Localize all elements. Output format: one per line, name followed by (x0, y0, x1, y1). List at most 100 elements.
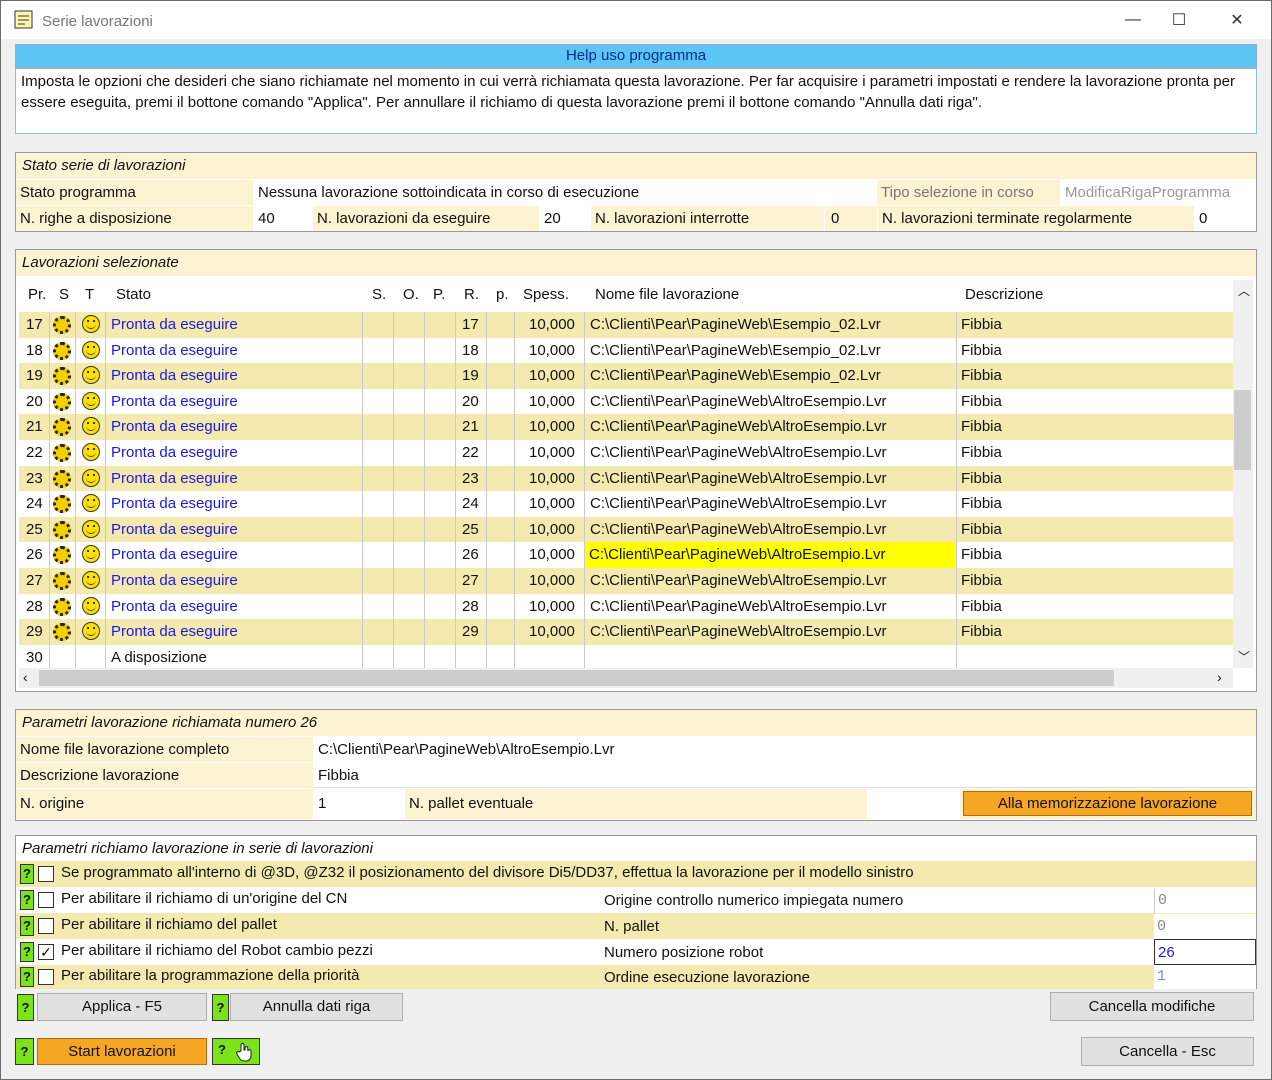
scroll-down-icon[interactable]: ﹀ (1238, 648, 1250, 665)
table-row[interactable]: 30 A disposizione (19, 644, 1233, 668)
cell-file: C:\Clienti\Pear\PagineWeb\AltroEsempio.L… (590, 418, 887, 436)
table-row[interactable]: 25 Pronta da eseguire 25 10,000 C:\Clienti\P… (19, 516, 1233, 543)
gear-icon (53, 363, 71, 389)
annulla-dati-riga-button[interactable]: Annulla dati riga (230, 993, 403, 1021)
hscroll-thumb[interactable] (39, 670, 1114, 686)
col-s2[interactable]: S. (372, 286, 386, 303)
opt5-field-label: Ordine esecuzione lavorazione (604, 969, 810, 986)
lavorazioni-title: Lavorazioni selezionate (16, 250, 1256, 276)
cancella-modifiche-button[interactable]: Cancella modifiche (1050, 992, 1254, 1021)
cell-spess: 10,000 (529, 572, 575, 589)
table-row[interactable]: 18 Pronta da eseguire 18 10,000 C:\Clienti\P… (19, 337, 1233, 364)
pointer-help-button[interactable]: ? (212, 1038, 260, 1065)
opt2-field-label: Origine controllo numerico impiegata num… (604, 892, 904, 909)
scroll-right-icon[interactable]: › (1217, 669, 1222, 685)
help-icon[interactable]: ? (20, 916, 34, 936)
table-row[interactable]: 23 Pronta da eseguire 23 10,000 C:\Clienti\P… (19, 465, 1233, 492)
grid-hscrollbar[interactable]: ‹ › (19, 668, 1233, 688)
table-row[interactable]: 17 Pronta da eseguire 17 10,000 C:\Clienti\P… (19, 312, 1233, 338)
opt1-label: Se programmato all'interno di @3D, @Z32 … (61, 864, 914, 881)
scroll-up-icon[interactable]: ︿ (1238, 282, 1250, 299)
gear-icon (53, 542, 71, 568)
minimize-button[interactable]: — (1110, 4, 1156, 36)
table-row[interactable]: 27 Pronta da eseguire 27 10,000 C:\Clienti\P… (19, 568, 1233, 594)
origine-input[interactable]: 1 (314, 789, 404, 819)
memorizzazione-button[interactable]: Alla memorizzazione lavorazione (963, 791, 1252, 816)
table-row[interactable]: 24 Pronta da eseguire 24 10,000 C:\Clienti\P… (19, 491, 1233, 517)
cell-stato: Pronta da eseguire (111, 597, 238, 615)
table-row[interactable]: 28 Pronta da eseguire 28 10,000 C:\Clienti\P… (19, 593, 1233, 620)
col-nome-file[interactable]: Nome file lavorazione (595, 286, 739, 303)
start-help-icon[interactable]: ? (15, 1038, 34, 1065)
opt5-checkbox[interactable] (38, 969, 54, 985)
help-icon[interactable]: ? (20, 890, 34, 910)
grid-column-separator (514, 312, 515, 668)
help-icon[interactable]: ? (20, 864, 34, 884)
close-button[interactable]: ✕ (1214, 4, 1260, 36)
cell-pr: 21 (26, 418, 43, 436)
col-r[interactable]: R. (464, 286, 479, 303)
cell-pr: 23 (26, 469, 43, 487)
smiley-icon (82, 440, 100, 466)
col-pr[interactable]: Pr. (28, 286, 46, 303)
table-row[interactable]: 29 Pronta da eseguire 29 10,000 C:\Clienti\P… (19, 619, 1233, 645)
table-row[interactable]: 22 Pronta da eseguire 22 10,000 C:\Clienti\P… (19, 440, 1233, 466)
col-stato[interactable]: Stato (116, 286, 151, 303)
col-p[interactable]: P. (433, 286, 445, 303)
pallet-input[interactable] (868, 789, 960, 819)
smiley-icon (82, 568, 100, 594)
maximize-button[interactable]: ☐ (1156, 4, 1202, 36)
opt1-checkbox[interactable] (38, 866, 54, 882)
origine-cn-input[interactable]: 0 (1154, 888, 1256, 913)
posizione-robot-input[interactable]: 26 (1154, 939, 1256, 965)
start-lavorazioni-button[interactable]: Start lavorazioni (37, 1038, 207, 1065)
opt3-checkbox[interactable] (38, 918, 54, 934)
cell-file: C:\Clienti\Pear\PagineWeb\AltroEsempio.L… (590, 597, 887, 615)
col-descrizione[interactable]: Descrizione (965, 286, 1043, 303)
richiamo-title: Parametri richiamo lavorazione in serie … (16, 836, 1256, 862)
col-spess[interactable]: Spess. (523, 286, 569, 303)
ordine-esecuzione-input[interactable]: 1 (1154, 965, 1256, 989)
opt3-row: ? Per abilitare il richiamo del pallet N… (16, 913, 1256, 939)
gear-icon (53, 517, 71, 543)
opt2-checkbox[interactable] (38, 892, 54, 908)
notepad-icon (14, 10, 33, 29)
cell-file: C:\Clienti\Pear\PagineWeb\AltroEsempio.L… (590, 495, 887, 513)
cell-pr: 18 (26, 341, 43, 359)
opt4-row: ? ✓ Per abilitare il richiamo del Robot … (16, 939, 1256, 965)
help-icon[interactable]: ? (20, 942, 34, 962)
opt4-checkbox[interactable]: ✓ (38, 944, 54, 960)
params-panel: Parametri lavorazione richiamata numero … (15, 709, 1257, 821)
help-icon[interactable]: ? (20, 967, 34, 987)
cancella-esc-button[interactable]: Cancella - Esc (1081, 1037, 1254, 1066)
col-p2[interactable]: p. (496, 286, 509, 303)
cell-desc: Fibbia (961, 597, 1002, 615)
cell-r: 19 (462, 367, 479, 385)
tipo-selezione-value: ModificaRigaProgramma (1061, 180, 1256, 205)
cell-stato: Pronta da eseguire (111, 520, 238, 538)
applica-button[interactable]: Applica - F5 (37, 993, 207, 1021)
daeseguire-value: 20 (540, 206, 590, 231)
col-o[interactable]: O. (403, 286, 419, 303)
cell-desc: Fibbia (961, 444, 1002, 461)
pallet-cn-input[interactable]: 0 (1154, 914, 1256, 939)
scroll-left-icon[interactable]: ‹ (23, 669, 28, 685)
table-row[interactable]: 20 Pronta da eseguire 20 10,000 C:\Clienti\P… (19, 388, 1233, 415)
table-row[interactable]: 26 Pronta da eseguire 26 10,000 C:\Clienti\P… (19, 542, 1233, 568)
cell-spess: 10,000 (529, 418, 575, 436)
col-s[interactable]: S (59, 286, 69, 303)
desc-value[interactable]: Fibbia (314, 763, 1256, 788)
title-bar (1, 1, 1271, 39)
vscroll-thumb[interactable] (1234, 390, 1251, 470)
table-row[interactable]: 21 Pronta da eseguire 21 10,000 C:\Clienti\P… (19, 414, 1233, 440)
grid-vscrollbar[interactable]: ︿ ﹀ (1233, 280, 1253, 668)
annulla-help-icon[interactable]: ? (212, 994, 229, 1021)
smiley-icon (82, 363, 100, 389)
grid-column-separator (105, 312, 106, 668)
cell-spess: 10,000 (529, 597, 575, 615)
applica-help-icon[interactable]: ? (17, 994, 34, 1021)
table-row[interactable]: 19 Pronta da eseguire 19 10,000 C:\Clienti\P… (19, 363, 1233, 389)
cell-file: C:\Clienti\Pear\PagineWeb\Esempio_02.Lvr (590, 367, 881, 385)
cell-stato: Pronta da eseguire (111, 546, 238, 564)
col-t[interactable]: T (85, 286, 94, 303)
